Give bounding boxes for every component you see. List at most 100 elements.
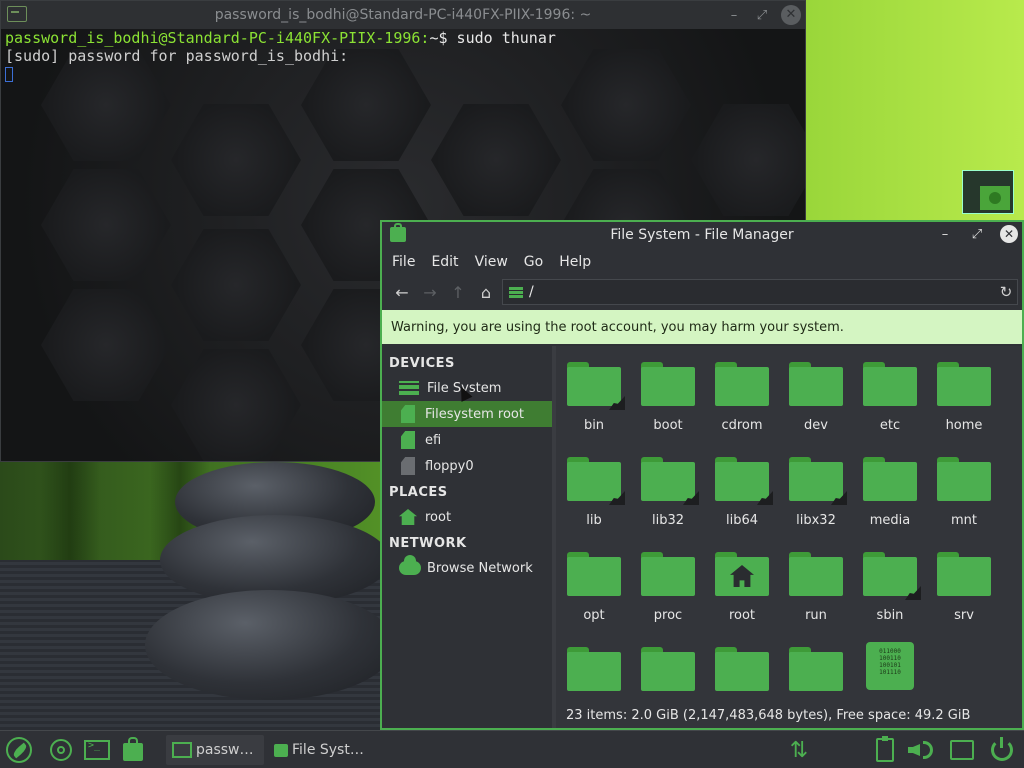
file-manager-titlebar[interactable]: File System - File Manager – ⤢ ✕ xyxy=(382,222,1022,248)
file-item-opt[interactable]: opt xyxy=(558,552,630,623)
terminal-minimize-button[interactable]: – xyxy=(725,8,743,23)
file-item-lib[interactable]: lib xyxy=(558,457,630,528)
binary-glyph: 011000 100110 100101 101110 xyxy=(879,648,901,676)
file-manager-window: File System - File Manager – ⤢ ✕ File Ed… xyxy=(380,220,1024,730)
file-item-etc[interactable]: etc xyxy=(854,362,926,433)
folder-icon xyxy=(567,362,625,410)
file-item[interactable]: 011000 100110 100101 101110 xyxy=(854,642,926,690)
menu-view[interactable]: View xyxy=(467,254,516,270)
file-manager-icon xyxy=(123,737,143,761)
file-item-libx32[interactable]: libx32 xyxy=(780,457,852,528)
file-item-srv[interactable]: srv xyxy=(928,552,1000,623)
folder-icon xyxy=(789,362,843,406)
file-grid: bin boot cdrom dev etc home lib lib32 li… xyxy=(556,346,1022,728)
start-menu-button[interactable] xyxy=(4,735,34,765)
fm-close-button[interactable]: ✕ xyxy=(1000,225,1018,243)
file-name: srv xyxy=(954,608,974,623)
leaf-icon xyxy=(6,737,32,763)
task-file-manager[interactable]: File Syst… xyxy=(270,735,370,765)
power-button[interactable] xyxy=(986,735,1018,765)
file-name: bin xyxy=(583,418,605,433)
folder-icon xyxy=(715,362,769,406)
file-name: libx32 xyxy=(796,513,836,528)
fm-minimize-button[interactable]: – xyxy=(936,227,954,242)
home-folder-icon xyxy=(715,552,769,596)
menu-edit[interactable]: Edit xyxy=(423,254,466,270)
menu-file[interactable]: File xyxy=(384,254,423,270)
file-item[interactable] xyxy=(706,647,778,691)
terminal-restore-button[interactable]: ⤢ xyxy=(753,8,771,23)
menu-go[interactable]: Go xyxy=(516,254,551,270)
folder-icon xyxy=(715,647,769,691)
clipboard-tray[interactable] xyxy=(870,735,900,765)
terminal-titlebar[interactable]: password_is_bodhi@Standard-PC-i440FX-PII… xyxy=(1,1,805,29)
sidebar-item-efi[interactable]: efi xyxy=(382,427,552,453)
file-item-bin[interactable]: bin xyxy=(558,362,630,433)
home-icon[interactable]: ⌂ xyxy=(472,279,500,305)
folder-icon xyxy=(937,552,991,596)
file-item-mnt[interactable]: mnt xyxy=(928,457,1000,528)
file-manager-launcher[interactable] xyxy=(118,735,148,765)
file-item-home[interactable]: home xyxy=(928,362,1000,433)
location-path[interactable]: / xyxy=(529,284,995,300)
browser-launcher[interactable] xyxy=(46,735,76,765)
file-item-boot[interactable]: boot xyxy=(632,362,704,433)
file-name: lib32 xyxy=(651,513,685,528)
location-bar[interactable]: / ↻ xyxy=(502,279,1018,305)
file-item[interactable] xyxy=(632,647,704,691)
terminal-close-button[interactable]: ✕ xyxy=(781,5,801,25)
file-item-root[interactable]: root xyxy=(706,552,778,623)
file-item[interactable] xyxy=(780,647,852,691)
terminal-cursor xyxy=(5,67,13,82)
reload-icon[interactable]: ↻ xyxy=(995,283,1017,301)
sidebar-item-floppy0[interactable]: floppy0 xyxy=(382,453,552,479)
sd-card-icon xyxy=(401,405,415,423)
terminal-icon xyxy=(172,742,192,758)
folder-icon xyxy=(641,647,695,691)
file-name: mnt xyxy=(951,513,977,528)
clipboard-icon xyxy=(876,736,894,762)
file-item-lib32[interactable]: lib32 xyxy=(632,457,704,528)
desktop-shortcut-icon[interactable] xyxy=(962,170,1014,214)
file-item-proc[interactable]: proc xyxy=(632,552,704,623)
folder-icon xyxy=(641,457,699,505)
network-icon[interactable]: ⇅ xyxy=(784,735,814,765)
up-icon[interactable]: ↑ xyxy=(444,279,472,305)
file-item-sbin[interactable]: sbin xyxy=(854,552,926,623)
folder-icon xyxy=(567,457,625,505)
sidebar: DEVICES File System Filesystem root efi … xyxy=(382,346,552,728)
terminal-launcher[interactable] xyxy=(82,735,112,765)
folder-icon xyxy=(567,552,621,596)
forward-icon[interactable]: → xyxy=(416,279,444,305)
back-icon[interactable]: ← xyxy=(388,279,416,305)
file-item-lib64[interactable]: lib64 xyxy=(706,457,778,528)
folder-icon xyxy=(789,552,843,596)
file-item-media[interactable]: media xyxy=(854,457,926,528)
status-bar: 23 items: 2.0 GiB (2,147,483,648 bytes),… xyxy=(556,702,1022,728)
task-terminal[interactable]: passw… xyxy=(166,735,264,765)
sidebar-item-root[interactable]: root xyxy=(382,504,552,530)
fm-maximize-button[interactable]: ⤢ xyxy=(968,227,986,242)
folder-icon xyxy=(567,647,621,691)
notifications-tray[interactable] xyxy=(946,735,978,765)
sidebar-header-network: NETWORK xyxy=(389,536,467,551)
sidebar-item-label: floppy0 xyxy=(425,458,474,474)
drive-icon xyxy=(509,286,523,298)
task-label: passw… xyxy=(196,742,254,758)
sd-card-icon xyxy=(401,431,415,449)
folder-icon xyxy=(863,552,921,600)
file-item-dev[interactable]: dev xyxy=(780,362,852,433)
file-manager-icon xyxy=(274,743,288,757)
file-item-run[interactable]: run xyxy=(780,552,852,623)
file-item[interactable] xyxy=(558,647,630,691)
sd-card-icon xyxy=(401,457,415,475)
terminal-title: password_is_bodhi@Standard-PC-i440FX-PII… xyxy=(214,7,592,23)
file-item-cdrom[interactable]: cdrom xyxy=(706,362,778,433)
volume-tray[interactable] xyxy=(905,735,941,765)
sidebar-item-filesystem-root[interactable]: Filesystem root xyxy=(382,401,552,427)
menu-bar: File Edit View Go Help xyxy=(382,248,1022,276)
sidebar-item-label: Browse Network xyxy=(427,560,533,576)
menu-help[interactable]: Help xyxy=(551,254,599,270)
file-name: sbin xyxy=(876,608,904,623)
sidebar-item-browse-network[interactable]: Browse Network xyxy=(382,555,552,581)
